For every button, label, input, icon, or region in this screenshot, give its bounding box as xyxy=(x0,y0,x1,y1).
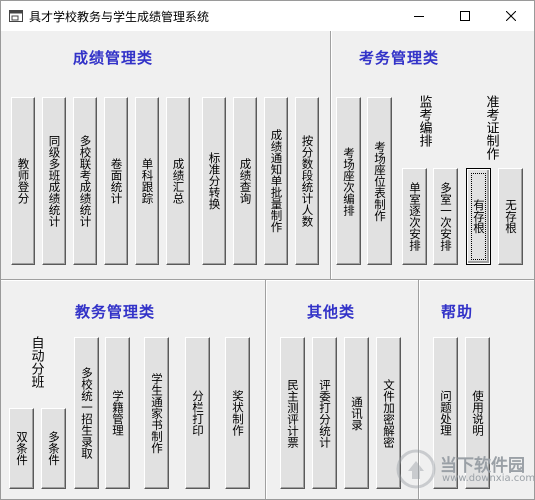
section-title-academic: 教务管理类 xyxy=(75,303,156,321)
score-query-button[interactable]: 成绩查询 xyxy=(233,97,257,265)
divider xyxy=(265,280,267,499)
maximize-icon xyxy=(460,11,470,21)
button-label: 有存根 xyxy=(472,199,486,234)
score-notice-button[interactable]: 成绩通知单批量制作 xyxy=(264,97,288,265)
home-letter-button[interactable]: 学生通家书制作 xyxy=(144,337,169,489)
watermark: 当下软件园 www.downxia.com xyxy=(396,449,535,491)
democratic-vote-button[interactable]: 民主测评计票 xyxy=(280,337,305,489)
multi-school-stats-button[interactable]: 多校联考成绩统计 xyxy=(73,97,97,265)
button-label: 标准分转换 xyxy=(207,152,222,210)
button-label: 卷面统计 xyxy=(109,158,124,204)
contacts-button[interactable]: 通讯录 xyxy=(344,337,369,489)
button-label: 问题处理 xyxy=(439,390,453,436)
button-label: 成绩汇总 xyxy=(171,158,186,204)
button-label: 单室逐次安排 xyxy=(408,182,422,251)
minimize-icon xyxy=(414,16,424,17)
ticket-group-label: 准考证制作 xyxy=(476,95,506,164)
button-label: 教师登分 xyxy=(16,158,31,204)
button-label: 同级多班成绩统计 xyxy=(47,135,62,227)
close-icon xyxy=(506,11,516,21)
button-label: 多校统一招生录取 xyxy=(80,367,94,459)
button-label: 学籍管理 xyxy=(111,390,125,436)
multi-room-button[interactable]: 多室一次安排 xyxy=(433,168,458,265)
button-label: 按分数段统计人数 xyxy=(300,135,315,227)
multi-condition-button[interactable]: 多条件 xyxy=(41,408,66,489)
button-label: 双条件 xyxy=(15,431,29,466)
dual-condition-button[interactable]: 双条件 xyxy=(9,408,34,489)
button-label: 考场座次编排 xyxy=(342,146,356,216)
button-label: 奖状制作 xyxy=(231,390,245,436)
close-button[interactable] xyxy=(488,1,534,31)
certificate-button[interactable]: 奖状制作 xyxy=(225,337,250,489)
exam-room-seating-button[interactable]: 考场座次编排 xyxy=(336,97,361,265)
button-label: 学生通家书制作 xyxy=(150,372,164,454)
section-title-help: 帮助 xyxy=(441,303,474,321)
group-label-text: 准考证制作 xyxy=(483,95,499,160)
button-label: 成绩查询 xyxy=(238,158,253,204)
section-title-exam: 考务管理类 xyxy=(359,49,440,67)
button-label: 民主测评计票 xyxy=(286,378,300,448)
same-grade-stats-button[interactable]: 同级多班成绩统计 xyxy=(42,97,66,265)
subject-tracking-button[interactable]: 单科跟踪 xyxy=(135,97,159,265)
button-label: 成绩通知单批量制作 xyxy=(269,129,284,233)
button-label: 多校联考成绩统计 xyxy=(78,135,93,227)
button-label: 使用说明 xyxy=(471,390,485,436)
section-title-grades: 成绩管理类 xyxy=(73,49,154,67)
watermark-logo-icon xyxy=(396,449,436,489)
button-label: 多条件 xyxy=(47,431,61,466)
enrollment-button[interactable]: 多校统一招生录取 xyxy=(74,337,99,489)
column-print-button[interactable]: 分栏打印 xyxy=(185,337,210,489)
button-label: 评委打分统计 xyxy=(318,378,332,448)
button-label: 通讯录 xyxy=(350,395,364,431)
student-records-button[interactable]: 学籍管理 xyxy=(105,337,130,489)
minimize-button[interactable] xyxy=(396,1,442,31)
standard-score-button[interactable]: 标准分转换 xyxy=(202,97,226,265)
proctor-group-label: 监考编排 xyxy=(409,95,439,151)
button-label: 分栏打印 xyxy=(191,390,205,436)
client-area: 成绩管理类 教师登分 同级多班成绩统计 多校联考成绩统计 卷面统计 单科跟踪 成… xyxy=(1,31,535,499)
button-label: 多室一次安排 xyxy=(439,182,453,251)
enter-scores-button[interactable]: 教师登分 xyxy=(11,97,35,265)
auto-class-group-label: 自动分班 xyxy=(21,336,51,392)
app-window: 具才学校教务与学生成绩管理系统 成绩管理类 教师登分 同级多班成绩统计 多校联考… xyxy=(0,0,535,500)
button-label: 无存根 xyxy=(504,199,518,234)
group-label-text: 监考编排 xyxy=(416,95,432,147)
without-stub-button[interactable]: 无存根 xyxy=(498,168,523,265)
button-label: 文件加密解密 xyxy=(382,378,396,448)
group-label-text: 自动分班 xyxy=(28,336,44,388)
paper-stats-button[interactable]: 卷面统计 xyxy=(104,97,128,265)
single-room-button[interactable]: 单室逐次安排 xyxy=(402,168,427,265)
app-icon xyxy=(9,10,23,22)
with-stub-button[interactable]: 有存根 xyxy=(466,168,491,265)
maximize-button[interactable] xyxy=(442,1,488,31)
window-title: 具才学校教务与学生成绩管理系统 xyxy=(29,10,210,24)
score-summary-button[interactable]: 成绩汇总 xyxy=(166,97,190,265)
judge-score-button[interactable]: 评委打分统计 xyxy=(312,337,337,489)
divider xyxy=(330,31,332,279)
divider xyxy=(1,279,534,281)
button-label: 单科跟踪 xyxy=(140,158,155,204)
button-label: 考场座位表制作 xyxy=(373,140,387,222)
title-bar[interactable]: 具才学校教务与学生成绩管理系统 xyxy=(1,1,534,31)
section-title-other: 其他类 xyxy=(307,303,356,321)
score-range-button[interactable]: 按分数段统计人数 xyxy=(295,97,319,265)
watermark-url: www.downxia.com xyxy=(442,473,535,484)
seat-chart-button[interactable]: 考场座位表制作 xyxy=(367,97,392,265)
